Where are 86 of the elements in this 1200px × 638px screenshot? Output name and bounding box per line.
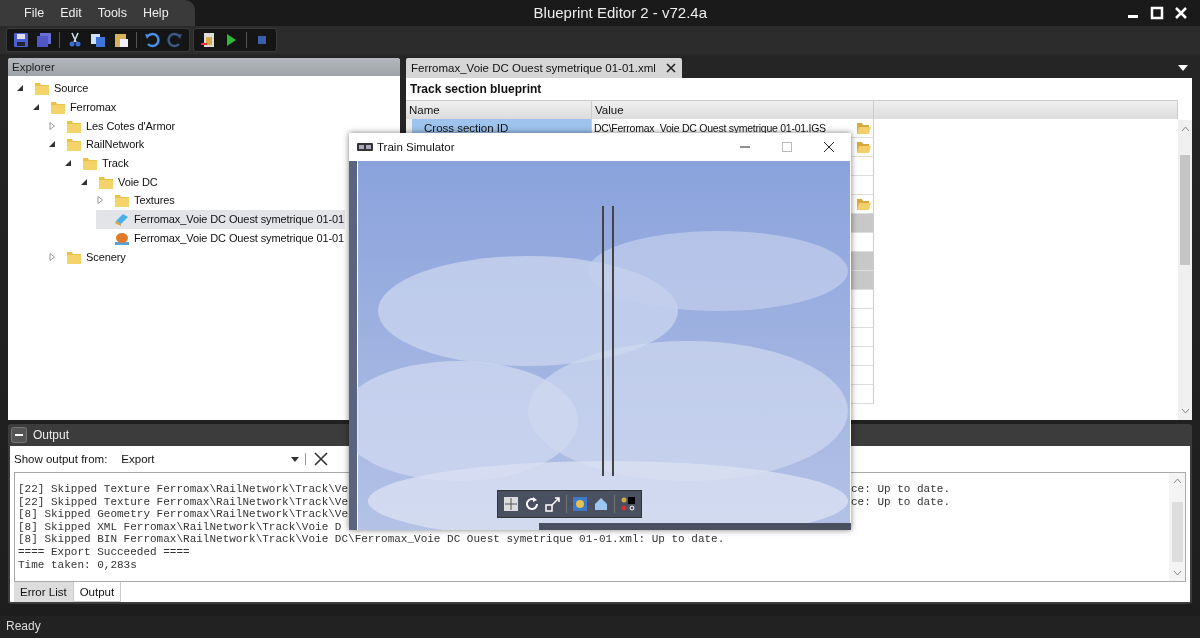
- collapse-icon[interactable]: [11, 427, 27, 443]
- folder-icon: [82, 155, 98, 172]
- log-line: [22] Skipped Texture Ferromax\RailNetwork\Track\Ve: [18, 495, 349, 508]
- caret-icon: [291, 456, 300, 462]
- log-line: ce: Up to date.: [851, 483, 951, 496]
- folder-icon: [66, 136, 82, 153]
- field-label: Show output from:: [14, 453, 108, 465]
- copy-icon[interactable]: [90, 32, 106, 48]
- clipboard-icon[interactable]: [113, 32, 129, 48]
- undo-icon[interactable]: [144, 32, 160, 48]
- browse-button-cell[interactable]: [854, 290, 874, 309]
- tree-item[interactable]: Ferromax: [32, 97, 118, 117]
- dropdown-icon[interactable]: [1178, 65, 1188, 71]
- tree-item[interactable]: Ferromax_Voie DC Ouest symetrique 01-01: [96, 209, 346, 229]
- tree-item[interactable]: Source: [16, 79, 90, 98]
- floppies-icon[interactable]: [36, 32, 52, 48]
- browse-button-cell[interactable]: [854, 385, 874, 404]
- collapsed-arrow-icon[interactable]: [48, 121, 56, 130]
- scroll-down-icon[interactable]: [1172, 570, 1182, 576]
- settings-cluster-icon[interactable]: [620, 496, 636, 512]
- menu-item[interactable]: File: [24, 6, 45, 20]
- tree-item[interactable]: Les Cotes d'Armor: [48, 116, 177, 136]
- close-icon[interactable]: [665, 63, 676, 73]
- expanded-arrow-icon[interactable]: [48, 140, 56, 149]
- browse-button-cell[interactable]: [854, 347, 874, 366]
- document-tab[interactable]: Ferromax_Voie DC Ouest symetrique 01-01.xml: [406, 58, 682, 78]
- folder-icon: [34, 80, 50, 97]
- collapsed-arrow-icon[interactable]: [48, 252, 56, 261]
- log-line: [8] Skipped XML Ferromax\RailNetwork\Track\Voie D: [18, 520, 342, 533]
- log-line: [8] Skipped BIN Ferromax\RailNetwork\Track\Voie DC\Ferromax_Voie DC Ouest symetrique 01-01.xml: Up to date.: [18, 533, 725, 546]
- browse-button-cell[interactable]: [854, 214, 874, 233]
- browse-button-cell[interactable]: [854, 271, 874, 290]
- scrollbar[interactable]: [1169, 473, 1185, 581]
- log-line: [8] Skipped Geometry Ferromax\RailNetwork\Track\Ve: [18, 508, 349, 521]
- log-line: ==== Export Succeeded ====: [18, 545, 190, 558]
- app-logo-icon: [357, 142, 373, 152]
- browse-button-cell[interactable]: [854, 252, 874, 271]
- tree-item[interactable]: RailNetwork: [48, 135, 146, 154]
- menu-item[interactable]: Edit: [60, 6, 82, 20]
- clear-icon[interactable]: [314, 452, 329, 466]
- tree-item[interactable]: Scenery: [48, 247, 127, 266]
- expanded-arrow-icon[interactable]: [32, 103, 40, 112]
- panel-title: Output: [33, 428, 70, 442]
- collapsed-arrow-icon[interactable]: [96, 196, 104, 205]
- scroll-down-icon[interactable]: [1180, 408, 1190, 414]
- export-icon[interactable]: [200, 32, 216, 48]
- scroll-up-icon[interactable]: [1172, 478, 1182, 484]
- panel-tab[interactable]: Output: [72, 582, 122, 602]
- log-line: ce: Up to date.: [851, 495, 951, 509]
- folder-icon: [50, 99, 66, 116]
- browse-button-cell[interactable]: [854, 176, 874, 195]
- status-text: Ready: [0, 616, 1200, 638]
- home-icon[interactable]: [593, 496, 609, 512]
- browse-button-cell[interactable]: [854, 309, 874, 328]
- browse-button-cell[interactable]: [854, 328, 874, 347]
- scroll-up-icon[interactable]: [1180, 126, 1190, 132]
- close-icon[interactable]: [823, 141, 835, 153]
- scrollbar[interactable]: [1178, 120, 1192, 420]
- tree-item[interactable]: Ferromax_Voie DC Ouest symetrique 01-01: [96, 228, 346, 248]
- globe-icon[interactable]: [572, 496, 588, 512]
- panel-title: Explorer: [8, 58, 400, 76]
- tree-item[interactable]: Textures: [96, 191, 176, 210]
- browse-button-cell[interactable]: [854, 157, 874, 176]
- resize-icon[interactable]: [545, 496, 561, 512]
- log-line: [22] Skipped Texture Ferromax\RailNetwork\Track\Ve: [18, 483, 349, 495]
- menu-item[interactable]: Help: [142, 6, 169, 20]
- move-icon[interactable]: [503, 496, 519, 512]
- scroll-thumb[interactable]: [1180, 155, 1190, 265]
- redo-icon[interactable]: [167, 32, 183, 48]
- expanded-arrow-icon[interactable]: [16, 84, 24, 93]
- tree-item[interactable]: Voie DC: [80, 172, 159, 192]
- log-line: Time taken: 0,283s: [18, 558, 137, 571]
- window-title: Train Simulator: [377, 141, 456, 153]
- column-header: Value: [592, 101, 874, 119]
- rotate-icon[interactable]: [524, 496, 540, 512]
- scissors-icon[interactable]: [67, 32, 83, 48]
- browse-button-cell[interactable]: [854, 366, 874, 385]
- menu-item[interactable]: Tools: [97, 6, 127, 20]
- window-title: Blueprint Editor 2 - v72.4a: [532, 3, 708, 23]
- folder-icon: [114, 192, 130, 209]
- panel-tab[interactable]: Error List: [14, 582, 73, 602]
- tree-item[interactable]: Track: [64, 153, 130, 173]
- blueprint-icon: [114, 211, 130, 228]
- section-heading: Track section blueprint: [409, 81, 543, 98]
- floppy-icon[interactable]: [13, 32, 29, 48]
- source-dropdown[interactable]: Export: [115, 453, 307, 465]
